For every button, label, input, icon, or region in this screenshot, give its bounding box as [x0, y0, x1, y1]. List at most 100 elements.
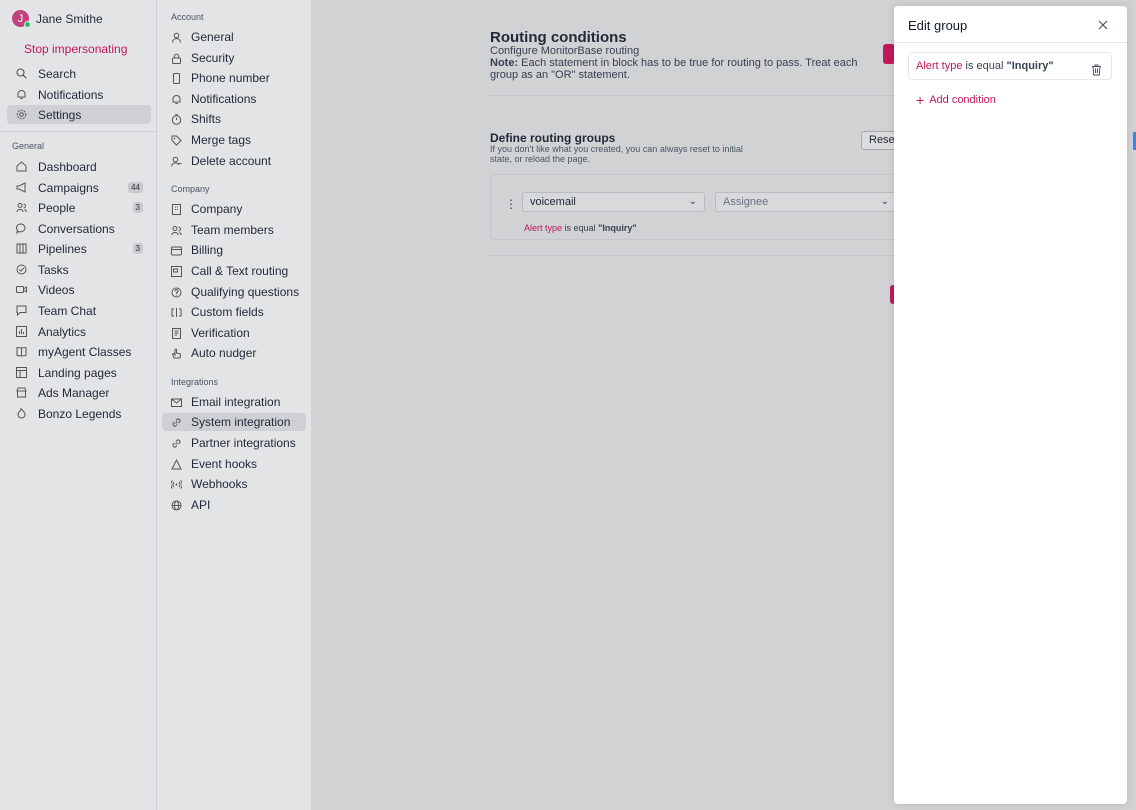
- nav-item-people[interactable]: People 3: [7, 198, 151, 217]
- lock-icon: [171, 53, 182, 64]
- settings-item-label: Partner integrations: [191, 436, 296, 450]
- settings-item-label: Team members: [191, 223, 274, 237]
- settings-item-event-hooks[interactable]: Event hooks: [162, 455, 306, 473]
- nav-item-tasks[interactable]: Tasks: [7, 260, 151, 279]
- nav-item-dashboard[interactable]: Dashboard: [7, 157, 151, 176]
- condition-field: Alert type: [524, 223, 563, 233]
- settings-item-label: Delete account: [191, 154, 272, 168]
- settings-item-delete-account[interactable]: Delete account: [162, 152, 306, 170]
- nav-item-notifications[interactable]: Notifications: [7, 85, 151, 104]
- hand-icon: [171, 348, 182, 359]
- nav-item-conversations[interactable]: Conversations: [7, 219, 151, 238]
- settings-item-general[interactable]: General: [162, 28, 306, 46]
- settings-item-company[interactable]: Company: [162, 200, 306, 218]
- drawer-divider: [894, 42, 1127, 43]
- flame-icon: [16, 408, 27, 419]
- nav-item-label: Bonzo Legends: [38, 406, 122, 421]
- stop-impersonating-link[interactable]: Stop impersonating: [24, 42, 127, 56]
- megaphone-icon: [16, 182, 27, 193]
- globe-icon: [171, 500, 182, 511]
- settings-item-qualifying-questions[interactable]: Qualifying questions: [162, 283, 306, 301]
- condition-operator: is equal: [562, 223, 599, 233]
- nav-item-myagent-classes[interactable]: myAgent Classes: [7, 342, 151, 361]
- nav-item-pipelines[interactable]: Pipelines 3: [7, 239, 151, 258]
- nav-item-label: Team Chat: [38, 303, 97, 318]
- kebab-menu-icon[interactable]: ⋮: [505, 197, 517, 211]
- settings-item-system-integration[interactable]: System integration: [162, 413, 306, 431]
- settings-item-team-members[interactable]: Team members: [162, 221, 306, 239]
- book-icon: [16, 346, 27, 357]
- settings-item-auto-nudger[interactable]: Auto nudger: [162, 344, 306, 362]
- assignee-placeholder: Assignee: [723, 196, 769, 208]
- settings-item-partner-integrations[interactable]: Partner integrations: [162, 434, 306, 452]
- store-icon: [16, 387, 27, 398]
- nav-item-analytics[interactable]: Analytics: [7, 322, 151, 341]
- trash-icon[interactable]: [1091, 60, 1102, 76]
- settings-item-label: Webhooks: [191, 477, 248, 491]
- nav-item-label: People: [38, 200, 76, 215]
- count-badge: 44: [128, 182, 143, 193]
- assignee-select[interactable]: Assignee ⌄: [715, 192, 897, 212]
- groups-description: If you don't like what you created, you …: [490, 144, 743, 164]
- main-sidebar: J Jane Smithe Stop impersonating Search …: [0, 0, 157, 810]
- source-select[interactable]: voicemail ⌄: [522, 192, 705, 212]
- nav-item-label: Landing pages: [38, 365, 117, 380]
- settings-item-verification[interactable]: Verification: [162, 324, 306, 342]
- section-divider: [490, 95, 894, 96]
- groups-title: Define routing groups: [490, 131, 616, 145]
- user-name: Jane Smithe: [36, 11, 103, 26]
- settings-item-billing[interactable]: Billing: [162, 241, 306, 259]
- settings-item-merge-tags[interactable]: Merge tags: [162, 131, 306, 149]
- drawer-title: Edit group: [908, 18, 968, 33]
- nav-item-landing-pages[interactable]: Landing pages: [7, 363, 151, 382]
- add-condition-label: Add condition: [929, 94, 996, 106]
- chat-icon: [16, 223, 27, 234]
- settings-item-label: Billing: [191, 243, 224, 257]
- close-icon[interactable]: [1096, 18, 1110, 32]
- settings-item-security[interactable]: Security: [162, 49, 306, 67]
- settings-item-webhooks[interactable]: Webhooks: [162, 475, 306, 493]
- nav-item-search[interactable]: Search: [7, 64, 151, 83]
- nav-item-team-chat[interactable]: Team Chat: [7, 301, 151, 320]
- chevron-down-icon: ⌄: [880, 196, 889, 207]
- condition-card[interactable]: Alert type is equal "Inquiry": [908, 52, 1112, 80]
- settings-item-email-integration[interactable]: Email integration: [162, 393, 306, 411]
- settings-item-notifications[interactable]: Notifications: [162, 90, 306, 108]
- nav-item-label: Dashboard: [38, 159, 97, 174]
- timer-icon: [171, 113, 182, 125]
- settings-item-label: Call & Text routing: [191, 264, 289, 278]
- plus-icon: +: [916, 92, 925, 108]
- settings-item-label: Auto nudger: [191, 346, 257, 360]
- settings-item-phone-number[interactable]: Phone number: [162, 69, 306, 87]
- online-status-dot: [24, 21, 31, 28]
- settings-item-label: Email integration: [191, 395, 281, 409]
- edit-group-drawer: Edit group Alert type is equal "Inquiry"…: [894, 6, 1127, 804]
- nav-item-ads-manager[interactable]: Ads Manager: [7, 383, 151, 402]
- columns-icon: [16, 243, 27, 254]
- settings-item-shifts[interactable]: Shifts: [162, 110, 306, 128]
- avatar: J: [12, 10, 31, 28]
- nav-section-heading: General: [12, 141, 45, 151]
- nav-item-settings[interactable]: Settings: [7, 105, 151, 124]
- triangle-icon: [171, 458, 182, 470]
- nav-item-campaigns[interactable]: Campaigns 44: [7, 178, 151, 197]
- gear-icon: [16, 109, 27, 120]
- settings-item-custom-fields[interactable]: Custom fields: [162, 303, 306, 321]
- condition-operator: is equal: [962, 60, 1007, 72]
- layout-icon: [16, 367, 27, 378]
- settings-item-label: General: [191, 30, 234, 44]
- nav-item-label: myAgent Classes: [38, 344, 132, 359]
- nav-item-bonzo-legends[interactable]: Bonzo Legends: [7, 404, 151, 423]
- nav-item-videos[interactable]: Videos: [7, 280, 151, 299]
- link-icon: [171, 417, 182, 428]
- settings-section-heading: Integrations: [171, 377, 219, 387]
- phone-icon: [171, 72, 182, 84]
- user-menu[interactable]: J Jane Smithe: [12, 10, 103, 28]
- add-condition-button[interactable]: + Add condition: [916, 92, 996, 108]
- broadcast-icon: [171, 479, 182, 490]
- settings-item-call-text-routing[interactable]: Call & Text routing: [162, 262, 306, 280]
- message-icon: [16, 305, 27, 316]
- settings-item-api[interactable]: API: [162, 496, 306, 514]
- condition-value: "Inquiry": [598, 223, 637, 233]
- chart-icon: [16, 326, 27, 337]
